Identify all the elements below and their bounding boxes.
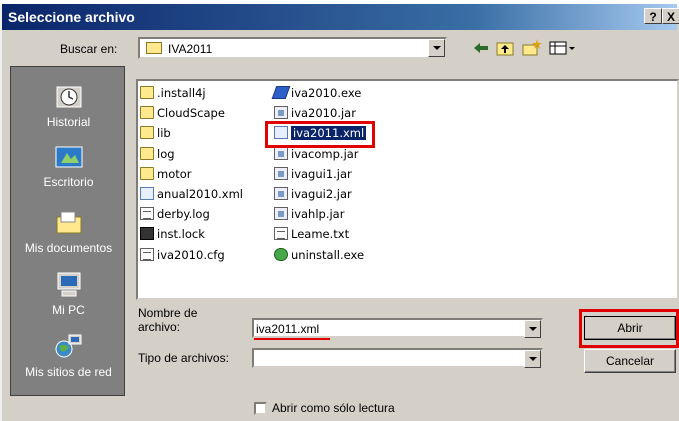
my-computer-icon <box>57 272 80 297</box>
filetype-label: Tipo de archivos: <box>138 351 229 365</box>
filename-field[interactable]: iva2011.xml <box>252 318 543 338</box>
look-in-value: IVA2011 <box>168 42 213 56</box>
cancel-button[interactable]: Cancelar <box>584 349 676 373</box>
title-bar[interactable]: Seleccione archivo ? X <box>2 4 679 30</box>
file-item[interactable]: iva2010.cfg <box>140 246 225 264</box>
network-places-icon <box>55 334 81 358</box>
jar-file-icon <box>274 146 288 160</box>
file-name: iva2010.cfg <box>157 247 225 262</box>
look-in-label: Buscar en: <box>60 42 118 56</box>
doc-file-icon <box>140 207 154 221</box>
chevron-down-icon[interactable] <box>524 320 541 338</box>
place-network[interactable]: Mis sitios de red <box>11 331 126 379</box>
file-name: ivagui1.jar <box>291 166 352 181</box>
open-button[interactable]: Abrir <box>584 316 676 340</box>
doc-file-icon <box>274 227 288 241</box>
place-label: Mi PC <box>52 303 85 317</box>
file-name: inst.lock <box>157 227 205 242</box>
place-label: Mis documentos <box>24 241 113 255</box>
chevron-down-icon[interactable] <box>428 39 445 57</box>
file-name: Leame.txt <box>291 227 350 242</box>
desktop-icon <box>55 146 82 168</box>
exe-file-icon <box>271 86 291 99</box>
uninst-file-icon <box>274 247 288 261</box>
filename-value[interactable]: iva2011.xml <box>256 322 319 336</box>
jar-file-icon <box>274 106 288 120</box>
doc-file-icon <box>140 247 154 261</box>
selected-file-highlight <box>265 121 375 148</box>
jar-file-icon <box>274 187 288 200</box>
file-item[interactable]: inst.lock <box>140 225 205 243</box>
file-item[interactable]: .install4j <box>140 84 206 102</box>
place-label: Historial <box>46 115 91 129</box>
chevron-down-icon[interactable] <box>524 350 541 368</box>
jar-file-icon <box>274 166 288 180</box>
file-item[interactable]: log <box>140 145 175 163</box>
file-name: ivagui2.jar <box>291 187 352 201</box>
my-documents-icon <box>56 211 81 234</box>
file-name: iva2010.jar <box>291 106 356 121</box>
folder-icon <box>140 166 154 180</box>
file-name: motor <box>157 166 192 181</box>
place-my-documents[interactable]: Mis documentos <box>11 207 126 255</box>
place-label: Mis sitios de red <box>25 365 112 379</box>
file-item[interactable]: lib <box>140 124 171 142</box>
file-name: CloudScape <box>157 106 225 121</box>
help-button[interactable]: ? <box>644 8 662 24</box>
folder-icon <box>140 86 154 99</box>
file-item[interactable]: CloudScape <box>140 104 225 122</box>
readonly-checkbox[interactable] <box>254 402 267 415</box>
folder-icon <box>140 126 154 140</box>
jar-file-icon <box>274 207 288 221</box>
place-label: Escritorio <box>43 175 94 189</box>
folder-icon <box>146 42 162 54</box>
file-item[interactable]: ivagui1.jar <box>274 165 352 183</box>
file-name: ivacomp.jar <box>291 146 359 161</box>
file-name: anual2010.xml <box>157 187 243 201</box>
filename-label-line2: archivo: <box>138 320 181 334</box>
folder-icon <box>140 106 154 120</box>
file-item[interactable]: iva2010.jar <box>274 104 356 122</box>
look-in-combo[interactable]: IVA2011 <box>138 37 447 59</box>
filetype-select[interactable] <box>252 348 543 368</box>
readonly-label: Abrir como sólo lectura <box>272 401 395 415</box>
file-item[interactable]: motor <box>140 165 192 183</box>
file-name: ivahlp.jar <box>291 207 345 222</box>
folder-icon <box>140 146 154 160</box>
up-folder-icon[interactable] <box>494 38 516 58</box>
file-item[interactable]: uninstall.exe <box>274 246 364 264</box>
filename-label-line1: Nombre de <box>138 306 198 320</box>
place-history[interactable]: Historial <box>11 81 126 129</box>
back-arrow-icon[interactable] <box>470 38 492 58</box>
file-item[interactable]: iva2010.exe <box>271 84 362 102</box>
lock-file-icon <box>140 227 154 241</box>
file-item[interactable]: anual2010.xml <box>140 185 243 203</box>
file-item[interactable]: ivahlp.jar <box>274 205 344 223</box>
file-item[interactable]: derby.log <box>140 205 210 223</box>
place-desktop[interactable]: Escritorio <box>11 141 126 189</box>
close-button[interactable]: X <box>662 8 679 24</box>
file-name: .install4j <box>157 86 206 100</box>
new-folder-icon[interactable] <box>520 38 542 58</box>
places-bar: Historial Escritorio Mis documentos Mi P… <box>10 66 125 396</box>
file-item[interactable]: ivagui2.jar <box>274 185 352 203</box>
place-my-computer[interactable]: Mi PC <box>11 269 126 317</box>
file-name: lib <box>157 126 171 141</box>
file-name: derby.log <box>157 207 210 222</box>
history-icon <box>56 86 81 108</box>
file-name: iva2010.exe <box>291 86 362 100</box>
file-name: log <box>157 146 175 161</box>
filename-highlight <box>254 338 330 340</box>
file-item[interactable]: Leame.txt <box>274 225 349 243</box>
xml-file-icon <box>140 187 154 200</box>
dialog-title: Seleccione archivo <box>8 9 135 25</box>
file-name: uninstall.exe <box>291 247 365 262</box>
view-menu-icon[interactable] <box>548 38 576 58</box>
